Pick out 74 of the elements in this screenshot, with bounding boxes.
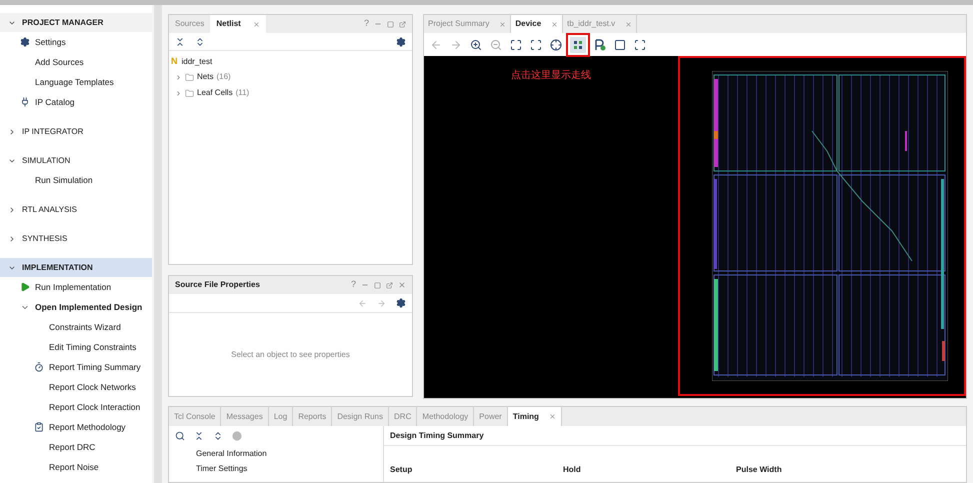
chevron-icon[interactable] bbox=[8, 206, 16, 214]
folder-icon bbox=[185, 72, 194, 82]
nav-item[interactable]: Report Noise bbox=[49, 460, 99, 474]
nav-item[interactable]: Report Methodology bbox=[49, 420, 126, 434]
nav-item[interactable]: Language Templates bbox=[35, 76, 114, 88]
tree-item[interactable]: Nets bbox=[197, 71, 214, 83]
nav-item[interactable]: IP Catalog bbox=[35, 96, 75, 108]
collapse-all-icon[interactable] bbox=[175, 36, 185, 46]
chevron-icon[interactable] bbox=[8, 234, 16, 242]
fit-icon[interactable] bbox=[510, 38, 522, 50]
column-header: Pulse Width bbox=[736, 465, 782, 474]
grid-icon bbox=[573, 40, 583, 50]
close-icon[interactable] bbox=[548, 413, 556, 420]
float-icon[interactable] bbox=[386, 282, 393, 288]
tree-item-label[interactable]: iddr_test bbox=[182, 56, 212, 68]
nav-item[interactable]: Report DRC bbox=[49, 440, 96, 454]
close-icon[interactable] bbox=[398, 281, 406, 289]
summary-title: Design Timing Summary bbox=[390, 430, 484, 442]
column-header: Setup bbox=[390, 465, 412, 474]
tree-item[interactable]: Timer Settings bbox=[169, 461, 383, 476]
section-header[interactable]: IMPLEMENTATION bbox=[0, 258, 152, 277]
timer-icon bbox=[34, 362, 44, 372]
section-header[interactable]: SIMULATION bbox=[0, 151, 152, 170]
annotation-text: 点击这里显示走线 bbox=[511, 68, 591, 82]
netlist-letter: N bbox=[171, 54, 178, 68]
section-header[interactable]: PROJECT MANAGER bbox=[0, 13, 152, 32]
crosshair-icon[interactable] bbox=[550, 38, 562, 50]
nav-item[interactable]: Add Sources bbox=[35, 56, 84, 68]
scrollbar[interactable] bbox=[154, 5, 162, 483]
bottom-tab[interactable]: Timing bbox=[508, 407, 562, 426]
section-header[interactable]: IP INTEGRATOR bbox=[0, 122, 152, 141]
chevron-icon[interactable] bbox=[8, 128, 16, 136]
close-icon[interactable] bbox=[551, 20, 558, 28]
zoom-in-icon[interactable] bbox=[470, 38, 482, 50]
expand-all-icon[interactable] bbox=[213, 431, 223, 441]
gear-icon bbox=[20, 37, 30, 47]
routing-button[interactable] bbox=[570, 36, 586, 52]
tree-item[interactable]: Leaf Cells bbox=[197, 87, 233, 99]
item-count: (16) bbox=[216, 71, 231, 83]
plug-icon bbox=[20, 97, 30, 107]
nav-item[interactable]: Run Simulation bbox=[35, 174, 93, 186]
status-icon bbox=[232, 431, 242, 441]
chevron-icon[interactable] bbox=[175, 90, 182, 96]
settings-icon[interactable] bbox=[396, 36, 406, 46]
corner-icon[interactable] bbox=[634, 38, 646, 50]
pblock-icon[interactable] bbox=[594, 38, 606, 50]
item-count: (11) bbox=[236, 87, 250, 99]
nav-item[interactable]: Report Clock Networks bbox=[49, 380, 136, 394]
editor-tab[interactable]: Device bbox=[511, 15, 564, 33]
settings-icon[interactable] bbox=[396, 298, 406, 308]
collapse-all-icon[interactable] bbox=[194, 431, 204, 441]
column-header: Hold bbox=[563, 465, 581, 474]
float-icon[interactable] bbox=[399, 20, 406, 28]
empty-message: Select an object to see properties bbox=[231, 348, 350, 360]
panel-tab[interactable]: Netlist bbox=[210, 15, 266, 33]
nav-item[interactable]: Open Implemented Design bbox=[35, 300, 142, 314]
section-header[interactable]: RTL ANALYSIS bbox=[0, 200, 152, 219]
nav-item[interactable]: Constraints Wizard bbox=[49, 320, 121, 334]
close-icon[interactable] bbox=[252, 20, 260, 28]
panel-title: Source File Properties bbox=[175, 279, 260, 291]
play-icon bbox=[20, 282, 30, 292]
tree-item[interactable]: General Information bbox=[169, 446, 383, 461]
folder-icon bbox=[185, 88, 194, 98]
expand-all-icon[interactable] bbox=[195, 36, 205, 46]
square-icon[interactable] bbox=[614, 38, 626, 50]
section-header[interactable]: SYNTHESIS bbox=[0, 229, 152, 248]
nav-item[interactable]: Report Clock Interaction bbox=[49, 400, 140, 414]
nav-item[interactable]: Edit Timing Constraints bbox=[49, 340, 136, 354]
nav-item[interactable]: Settings bbox=[35, 36, 66, 48]
clipboard-icon bbox=[34, 422, 44, 432]
nav-item[interactable]: Report Timing Summary bbox=[49, 360, 141, 374]
chevron-icon[interactable] bbox=[175, 74, 182, 80]
search-icon[interactable] bbox=[175, 431, 185, 441]
nav-item[interactable]: Run Implementation bbox=[35, 280, 112, 294]
